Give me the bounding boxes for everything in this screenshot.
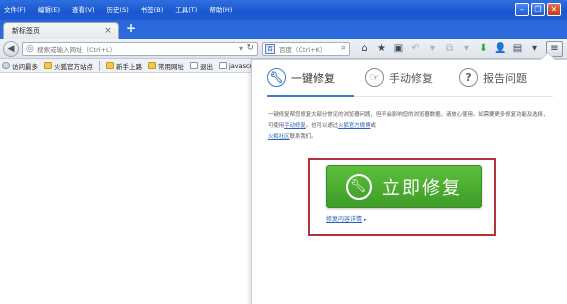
manual-repair-link[interactable]: 手动修复 — [284, 123, 306, 129]
addon-icon[interactable]: ▤ — [511, 41, 524, 56]
firefox-weibo-link[interactable]: 火狐官方微博 — [338, 123, 370, 129]
bookmark-most-visited[interactable]: 访问最多 — [2, 61, 38, 71]
bookmark-exit[interactable]: 退出 — [190, 61, 213, 71]
menu-history[interactable]: 历史(S) — [107, 4, 129, 14]
download-icon[interactable]: ⬇ — [477, 41, 490, 56]
wrench-icon: 🔧︎ — [267, 68, 286, 87]
url-input[interactable] — [37, 44, 227, 55]
bookmarks-menu-icon[interactable]: ▣ — [392, 41, 405, 56]
bookmark-label: 退出 — [200, 62, 213, 71]
dropdown-icon[interactable]: ▾ — [460, 41, 473, 56]
bookmark-separator — [99, 60, 100, 71]
home-icon[interactable]: ⌂ — [358, 41, 371, 56]
bookmark-getting-started[interactable]: 新手上路 — [106, 61, 142, 71]
menu-bar: 文件(F) 编辑(E) 查看(V) 历史(S) 书签(B) 工具(T) 帮助(H… — [4, 4, 232, 14]
globe-icon: ◎ — [26, 44, 34, 54]
dropdown-arrow-icon[interactable]: ▾ — [239, 44, 243, 53]
bookmark-common-sites[interactable]: 常用网址 — [148, 61, 184, 71]
minimize-button[interactable]: – — [515, 3, 529, 16]
page-icon — [190, 62, 198, 69]
tab-label: 手动修复 — [389, 71, 433, 85]
search-input[interactable] — [279, 44, 334, 55]
screenshot-icon[interactable]: ⧉ — [443, 41, 456, 56]
close-tab-icon[interactable]: × — [103, 26, 113, 36]
hand-icon: ☞ — [365, 68, 384, 87]
tab-label: 新标签页 — [12, 27, 40, 35]
tab-label: 一键修复 — [291, 71, 335, 85]
reload-icon[interactable]: ↻ — [246, 43, 254, 53]
repair-details-link[interactable]: 修复内容详情 ▸ — [326, 214, 367, 223]
menu-tools[interactable]: 工具(T) — [175, 4, 197, 14]
undo-icon[interactable]: ↶ — [409, 41, 422, 56]
tab-one-click-repair[interactable]: 🔧︎ 一键修复 — [267, 68, 335, 87]
dropdown-icon[interactable]: ▾ — [426, 41, 439, 56]
toolbar-icons: ⌂ ★ ▣ ↶ ▾ ⧉ ▾ ⬇ 👤 ▤ ▾ — [358, 41, 541, 56]
tab-label: 报告问题 — [483, 71, 527, 85]
menu-help[interactable]: 帮助(H) — [209, 4, 232, 14]
back-button[interactable]: ◀ — [3, 41, 19, 57]
firefox-community-link[interactable]: 火狐社区 — [268, 134, 290, 140]
tab-strip: 新标签页 × + — [0, 20, 567, 39]
menu-view[interactable]: 查看(V) — [72, 4, 95, 14]
folder-icon — [148, 62, 156, 69]
bookmark-label: 火狐官方站点 — [54, 62, 93, 71]
close-button[interactable]: ✕ — [547, 3, 561, 16]
menu-edit[interactable]: 编辑(E) — [38, 4, 60, 14]
new-tab-button[interactable]: + — [126, 21, 136, 35]
title-bar: 文件(F) 编辑(E) 查看(V) 历史(S) 书签(B) 工具(T) 帮助(H… — [0, 0, 567, 20]
tab-manual-repair[interactable]: ☞ 手动修复 — [365, 68, 433, 87]
panel-tabs: 🔧︎ 一键修复 ☞ 手动修复 ? 报告问题 — [252, 66, 567, 97]
dropdown-icon[interactable]: ▾ — [528, 41, 541, 56]
repair-panel: 🔧︎ 一键修复 ☞ 手动修复 ? 报告问题 一键修复帮您修复大部分常见的浏览器问… — [251, 51, 567, 304]
menu-bookmarks[interactable]: 书签(B) — [141, 4, 164, 14]
maximize-button[interactable]: ❐ — [531, 3, 545, 16]
repair-description: 一键修复帮您修复大部分常见的浏览器问题，但不会影响您的浏览器数据。请放心使用。如… — [268, 110, 552, 143]
user-icon[interactable]: 👤 — [494, 41, 507, 56]
arrow-right-icon: ▸ — [364, 217, 367, 223]
bookmark-label: 新手上路 — [116, 62, 142, 71]
url-bar[interactable]: ◎ ▾ ↻ — [22, 42, 258, 56]
repair-now-button[interactable]: 🔧︎ 立即修复 — [326, 165, 482, 208]
description-text: 或 — [370, 123, 376, 129]
repair-button-label: 立即修复 — [382, 177, 462, 199]
navigation-toolbar: ◀ ◎ ▾ ↻ 百 ⌕ ⌂ ★ ▣ ↶ ▾ ⧉ ▾ ⬇ 👤 ▤ ▾ ≡ — [0, 39, 567, 59]
wrench-icon: 🔧︎ — [346, 173, 372, 200]
bookmark-label: 访问最多 — [12, 62, 38, 71]
page-icon — [219, 62, 227, 69]
folder-icon — [44, 62, 52, 69]
search-engine-icon[interactable]: 百 — [265, 44, 275, 54]
bookmark-firefox-site[interactable]: 火狐官方站点 — [44, 61, 93, 71]
search-bar[interactable]: 百 ⌕ — [262, 42, 350, 56]
window-controls: – ❐ ✕ — [515, 3, 561, 16]
description-text: 联系我们。 — [289, 134, 317, 140]
folder-icon — [106, 62, 114, 69]
active-tab-indicator — [267, 95, 354, 97]
menu-file[interactable]: 文件(F) — [4, 4, 26, 14]
tab-new-tab-page[interactable]: 新标签页 × — [3, 22, 119, 39]
description-text: 。也可以通过 — [305, 123, 339, 129]
help-link-label: 修复内容详情 — [326, 216, 363, 223]
bookmark-star-icon[interactable]: ★ — [375, 41, 388, 56]
question-icon: ? — [459, 68, 478, 87]
gear-icon — [2, 62, 10, 69]
tab-report-problem[interactable]: ? 报告问题 — [459, 68, 527, 87]
bookmark-label: 常用网址 — [158, 62, 184, 71]
search-icon[interactable]: ⌕ — [341, 43, 346, 53]
